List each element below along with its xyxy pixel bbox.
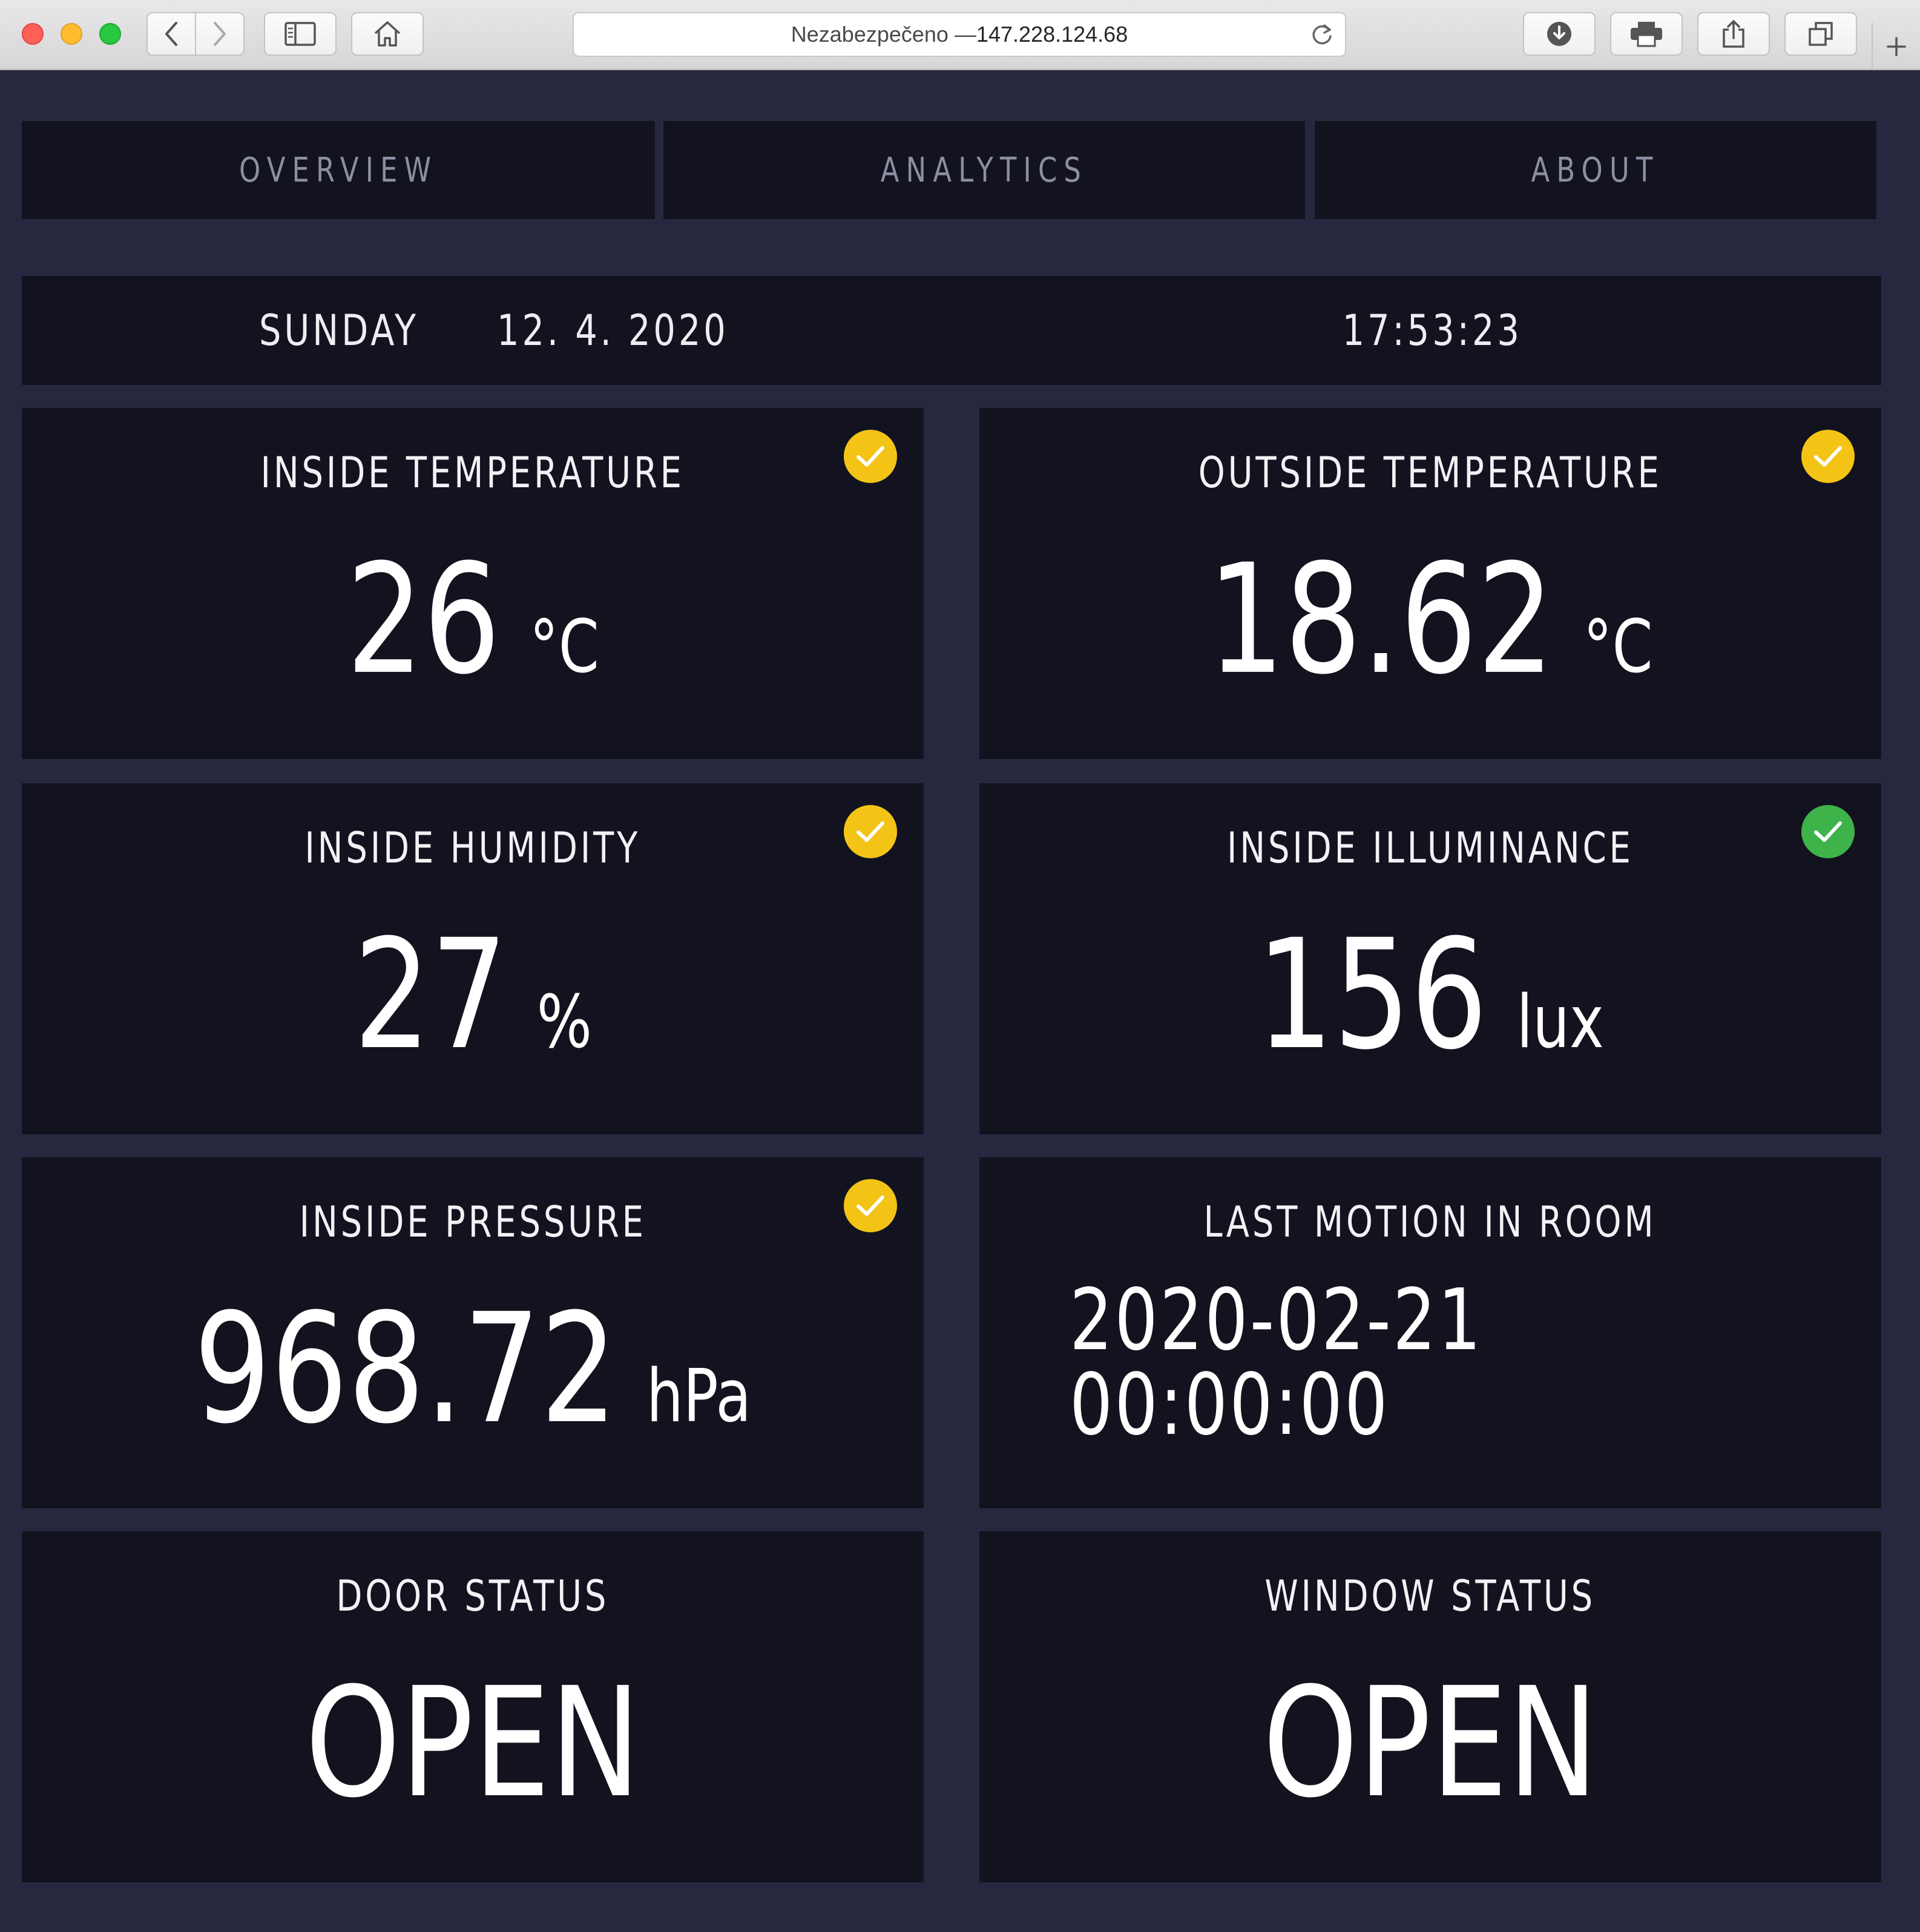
card-value: 156 lux: [979, 892, 1881, 1098]
print-button[interactable]: [1610, 12, 1683, 56]
card-value: OPEN: [22, 1640, 924, 1846]
card-value: 18.62 °C: [979, 517, 1881, 723]
weekday: SUNDAY: [258, 306, 419, 355]
dashboard-page: OVERVIEW ANALYTICS ABOUT SUNDAY 12. 4. 2…: [0, 70, 1920, 1932]
card-value: 968.72 hPa: [22, 1266, 924, 1472]
door-status-value: OPEN: [304, 1655, 640, 1831]
tab-analytics[interactable]: ANALYTICS: [663, 121, 1305, 219]
check-icon: [844, 805, 897, 858]
reload-icon[interactable]: [1309, 22, 1335, 48]
card-title-text: INSIDE ILLUMINANCE: [1227, 823, 1634, 873]
back-button[interactable]: [146, 12, 196, 56]
reading-value: 27: [353, 907, 508, 1083]
card-title: WINDOW STATUS: [979, 1569, 1881, 1623]
last-motion-timestamp: 2020-02-21 00:00:00: [1070, 1271, 1483, 1454]
inside-temperature-card: INSIDE TEMPERATURE 26 °C: [22, 408, 924, 759]
tab-overview[interactable]: OVERVIEW: [22, 121, 655, 219]
card-title-text: DOOR STATUS: [336, 1571, 610, 1621]
sidebar-icon: [284, 22, 316, 46]
window-status-card: WINDOW STATUS OPEN: [979, 1531, 1881, 1882]
address-bar[interactable]: Nezabezpečeno — 147.228.124.68: [573, 12, 1346, 57]
plus-icon: [1887, 37, 1906, 56]
tab-overview-button[interactable]: [1784, 12, 1857, 56]
date-display: SUNDAY 12. 4. 2020: [165, 276, 830, 385]
forward-button[interactable]: [195, 12, 245, 56]
share-button[interactable]: [1697, 12, 1770, 56]
check-icon: [1801, 430, 1855, 483]
window-status-value: OPEN: [1262, 1655, 1598, 1831]
reading-value: 156: [1256, 907, 1488, 1083]
card-title-text: INSIDE PRESSURE: [299, 1197, 646, 1247]
date: 12. 4. 2020: [496, 306, 729, 355]
minimize-window-button[interactable]: [61, 23, 82, 45]
address-text: Nezabezpečeno — 147.228.124.68: [574, 13, 1345, 56]
card-value: 2020-02-21 00:00:00: [979, 1260, 1881, 1466]
check-icon: [844, 1179, 897, 1232]
card-title: INSIDE TEMPERATURE: [22, 445, 924, 500]
card-title: OUTSIDE TEMPERATURE: [979, 445, 1881, 500]
security-label: Nezabezpečeno —: [791, 22, 976, 47]
card-title-text: WINDOW STATUS: [1264, 1571, 1596, 1621]
door-status-card: DOOR STATUS OPEN: [22, 1531, 924, 1882]
tab-overview-label: OVERVIEW: [238, 150, 438, 190]
card-title: DOOR STATUS: [22, 1569, 924, 1623]
inside-pressure-card: INSIDE PRESSURE 968.72 hPa: [22, 1157, 924, 1508]
clock-time: 17:53:23: [1342, 306, 1522, 355]
outside-temperature-card: OUTSIDE TEMPERATURE 18.62 °C: [979, 408, 1881, 759]
reading-unit: hPa: [646, 1355, 752, 1439]
check-icon: [1801, 805, 1855, 858]
download-icon: [1547, 22, 1571, 46]
card-title: INSIDE HUMIDITY: [22, 821, 924, 875]
share-icon: [1723, 20, 1744, 48]
inside-humidity-card: INSIDE HUMIDITY 27 %: [22, 783, 924, 1134]
home-button[interactable]: [351, 12, 424, 56]
browser-toolbar: Nezabezpečeno — 147.228.124.68: [0, 0, 1920, 70]
zoom-window-button[interactable]: [99, 23, 121, 45]
card-title: INSIDE ILLUMINANCE: [979, 821, 1881, 875]
sidebar-button[interactable]: [264, 12, 337, 56]
new-tab-button[interactable]: [1872, 23, 1920, 70]
reading-unit: °C: [1583, 605, 1653, 689]
card-value: OPEN: [979, 1640, 1881, 1846]
url-host: 147.228.124.68: [976, 22, 1128, 47]
reading-unit: °C: [529, 605, 599, 689]
check-icon: [844, 430, 897, 483]
tabs-icon: [1809, 22, 1833, 46]
downloads-button[interactable]: [1523, 12, 1596, 56]
card-title-text: INSIDE HUMIDITY: [304, 823, 641, 873]
browser-window: Nezabezpečeno — 147.228.124.68 OVERVIEW …: [0, 0, 1920, 1932]
print-icon: [1631, 22, 1662, 47]
tab-about[interactable]: ABOUT: [1315, 121, 1876, 219]
reading-value: 968.72: [194, 1281, 618, 1457]
reading-unit: lux: [1516, 981, 1605, 1065]
card-value: 26 °C: [22, 517, 924, 723]
close-window-button[interactable]: [22, 23, 44, 45]
reading-value: 26: [346, 531, 501, 708]
back-icon: [165, 22, 177, 46]
home-icon: [374, 21, 401, 47]
card-value: 27 %: [22, 892, 924, 1098]
inside-illuminance-card: INSIDE ILLUMINANCE 156 lux: [979, 783, 1881, 1134]
tab-analytics-label: ANALYTICS: [880, 150, 1088, 190]
card-title: LAST MOTION IN ROOM: [979, 1195, 1881, 1249]
time-display: 17:53:23: [1232, 276, 1632, 385]
card-title-text: INSIDE TEMPERATURE: [260, 448, 685, 498]
card-title-text: OUTSIDE TEMPERATURE: [1198, 448, 1662, 498]
card-title-text: LAST MOTION IN ROOM: [1203, 1197, 1657, 1247]
reading-value: 18.62: [1208, 531, 1554, 708]
reading-unit: %: [536, 981, 592, 1065]
tab-about-label: ABOUT: [1531, 150, 1660, 190]
card-title: INSIDE PRESSURE: [22, 1195, 924, 1249]
forward-icon: [214, 22, 226, 46]
last-motion-card: LAST MOTION IN ROOM 2020-02-21 00:00:00: [979, 1157, 1881, 1508]
date-time-bar: SUNDAY 12. 4. 2020 17:53:23: [22, 276, 1881, 385]
